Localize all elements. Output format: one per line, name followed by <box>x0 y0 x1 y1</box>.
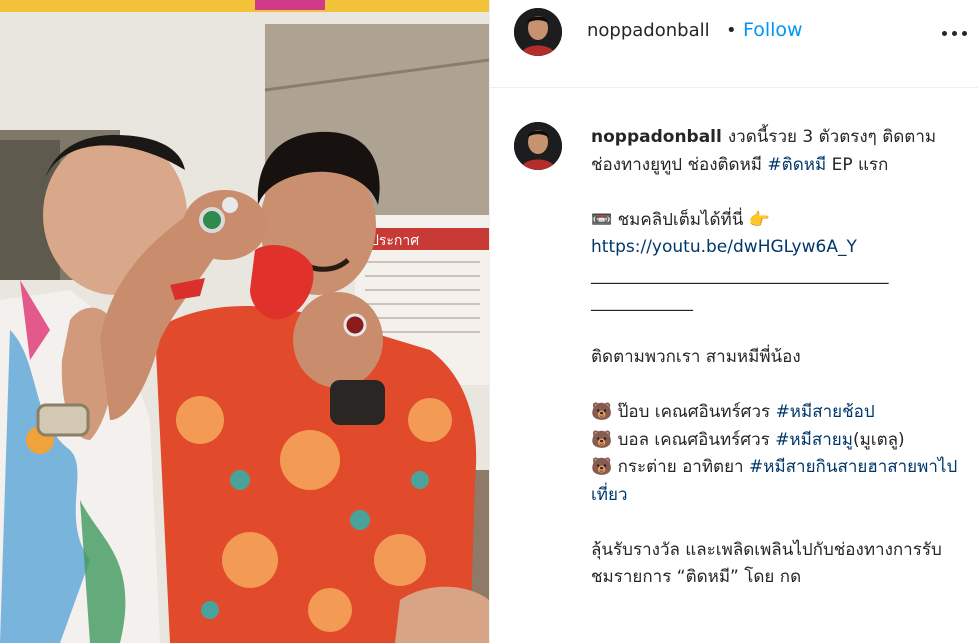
divider-line: ____________ <box>591 292 693 312</box>
youtube-link[interactable]: https://youtu.be/dwHGLyw6A_Y <box>591 234 961 262</box>
follow-button[interactable]: Follow <box>743 19 803 41</box>
avatar[interactable] <box>514 8 562 56</box>
svg-text:ประกาศ: ประกาศ <box>370 233 419 249</box>
caption-text: ลุ้นรับรางวัล และเพลิดเพลินไปกับช่องทางก… <box>591 539 942 588</box>
more-options-icon[interactable] <box>942 28 968 38</box>
username-link[interactable]: noppadonball <box>587 20 710 41</box>
hashtag-link[interactable]: #หมีสายช้อป <box>776 402 875 422</box>
videocassette-icon: 📼 <box>591 209 613 230</box>
caption-text: (มูเตลู) <box>852 429 905 450</box>
pointing-hand-icon: 👉 <box>748 209 770 230</box>
post-caption: noppadonball งวดนี้รวย 3 ตัวตรงๆ ติดตามช่… <box>591 124 961 592</box>
caption-text: EP แรก <box>826 154 889 175</box>
caption-text: ชมคลิปเต็มได้ที่นี่ <box>612 209 749 230</box>
caption-text: บอล เคณศอินทร์ศวร <box>612 429 776 450</box>
caption-text: กระต่าย อาทิตยา <box>612 457 749 477</box>
caption-text: ป๊อบ เคณศอินทร์ศวร <box>612 402 776 422</box>
bear-icon: 🐻 <box>591 402 613 422</box>
divider-line: ___________________________________ <box>591 264 889 285</box>
hashtag-link[interactable]: #ติดหมี <box>767 155 826 175</box>
post-header: noppadonball • Follow <box>490 0 978 88</box>
hashtag-link[interactable]: #หมีสายมู <box>775 430 853 450</box>
post-photo: ประกาศ <box>0 0 489 643</box>
avatar[interactable] <box>514 122 562 170</box>
bear-icon: 🐻 <box>591 457 613 477</box>
caption-text: ติดตามพวกเรา สามหมีพี่น้อง <box>591 347 801 367</box>
separator-dot: • <box>726 20 737 41</box>
caption-username[interactable]: noppadonball <box>591 127 722 147</box>
bear-icon: 🐻 <box>591 429 613 450</box>
post-image[interactable]: ประกาศ <box>0 0 489 643</box>
post-sidebar: noppadonball • Follow noppadonball งวดนี้… <box>489 0 978 643</box>
